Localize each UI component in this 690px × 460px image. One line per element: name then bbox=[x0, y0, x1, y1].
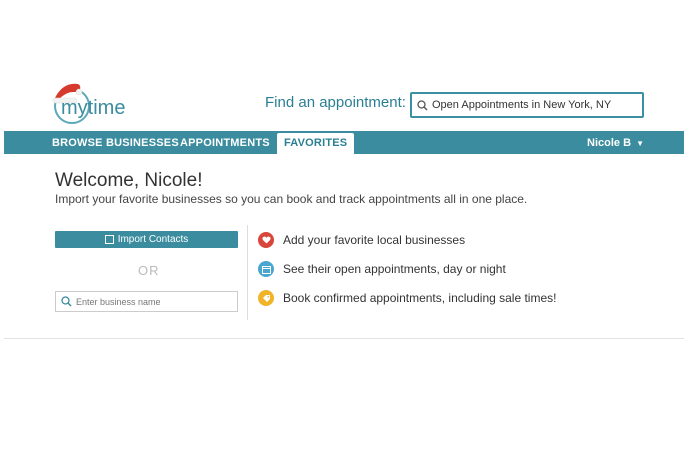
tag-icon bbox=[258, 290, 274, 306]
nav-appointments[interactable]: APPOINTMENTS bbox=[180, 131, 270, 154]
welcome-subtitle: Import your favorite businesses so you c… bbox=[55, 192, 528, 206]
feature-text: Add your favorite local businesses bbox=[283, 233, 466, 247]
welcome-heading: Welcome, Nicole! bbox=[55, 170, 203, 191]
import-contacts-button[interactable]: Import Contacts bbox=[55, 231, 238, 248]
column-divider bbox=[247, 225, 248, 320]
business-search-field[interactable] bbox=[55, 291, 238, 312]
find-appointment-label: Find an appointment: bbox=[265, 94, 406, 111]
contacts-icon bbox=[104, 235, 114, 244]
import-contacts-label: Import Contacts bbox=[117, 234, 189, 245]
search-icon bbox=[61, 296, 72, 307]
feature-item: See their open appointments, day or nigh… bbox=[258, 261, 506, 277]
caret-down-icon: ▼ bbox=[636, 139, 644, 148]
search-value: Open Appointments in New York, NY bbox=[432, 99, 612, 111]
calendar-icon bbox=[258, 261, 274, 277]
search-icon bbox=[417, 99, 428, 110]
logo-text: mytime bbox=[61, 97, 125, 119]
mytime-logo[interactable]: mytime bbox=[48, 78, 148, 128]
nav-browse-businesses[interactable]: BROWSE BUSINESSES bbox=[52, 131, 179, 154]
user-name: Nicole B bbox=[587, 137, 632, 149]
feature-text: See their open appointments, day or nigh… bbox=[283, 262, 506, 276]
nav-favorites[interactable]: FAVORITES bbox=[277, 133, 355, 154]
page-divider bbox=[4, 338, 684, 339]
feature-text: Book confirmed appointments, including s… bbox=[283, 291, 557, 305]
main-nav: BROWSE BUSINESSES APPOINTMENTS FAVORITES… bbox=[4, 131, 684, 154]
feature-item: Add your favorite local businesses bbox=[258, 232, 465, 248]
feature-item: Book confirmed appointments, including s… bbox=[258, 290, 556, 306]
business-name-input[interactable] bbox=[76, 296, 226, 307]
heart-icon bbox=[258, 232, 274, 248]
appointment-search-input[interactable]: Open Appointments in New York, NY bbox=[410, 92, 644, 118]
or-divider-text: OR bbox=[138, 263, 160, 278]
user-menu[interactable]: Nicole B ▼ bbox=[587, 131, 644, 154]
